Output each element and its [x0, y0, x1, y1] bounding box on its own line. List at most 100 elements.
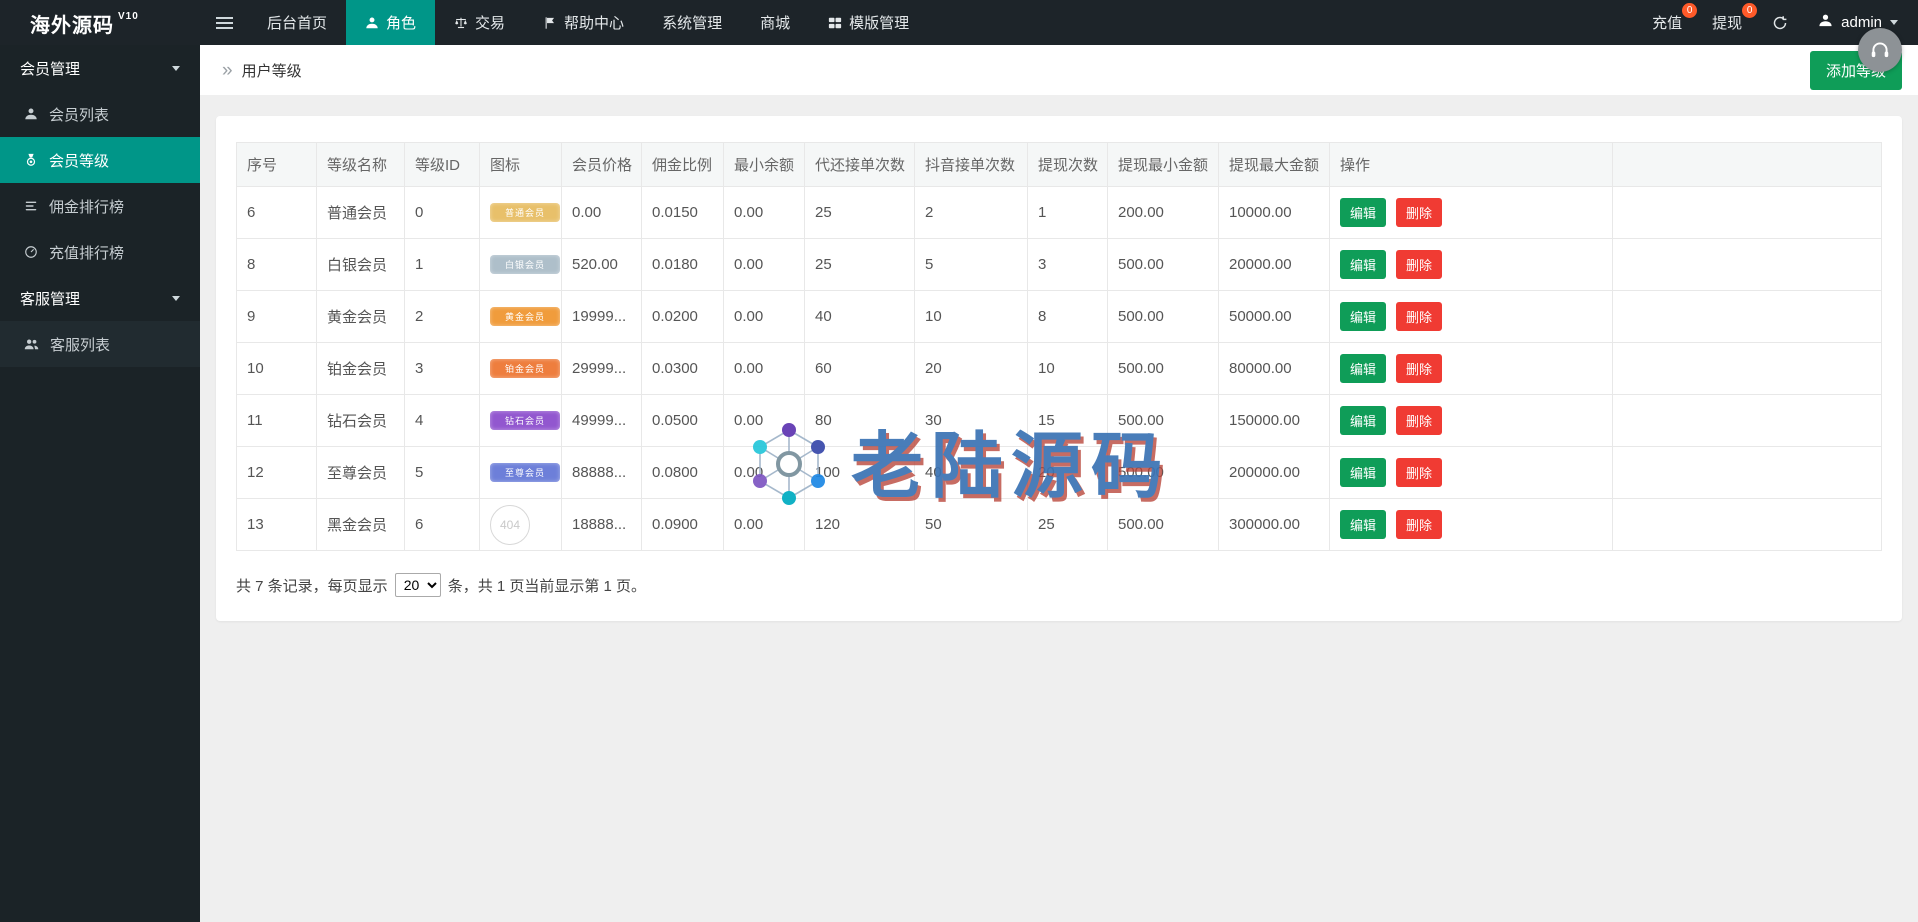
breadcrumb-icon: » [222, 61, 233, 80]
cell-filler [1613, 291, 1882, 343]
cell-filler [1613, 187, 1882, 239]
cell-daihuan: 25 [805, 187, 915, 239]
cell-filler [1613, 395, 1882, 447]
cell-wmin: 500.00 [1108, 291, 1219, 343]
cell-name: 至尊会员 [317, 447, 405, 499]
nav-item-角色[interactable]: 角色 [346, 0, 435, 45]
column-header: 代还接单次数 [805, 143, 915, 187]
delete-button[interactable]: 删除 [1396, 510, 1442, 539]
cell-badge: 钻石会员 [480, 395, 562, 447]
cell-level_id: 4 [405, 395, 480, 447]
edit-button[interactable]: 编辑 [1340, 510, 1386, 539]
nav-item-系统管理[interactable]: 系统管理 [643, 0, 741, 45]
chevron-down-icon [1890, 20, 1898, 25]
cell-op: 编辑删除 [1330, 395, 1613, 447]
level-badge-icon: 铂金会员 [490, 359, 560, 378]
nav-item-后台首页[interactable]: 后台首页 [248, 0, 346, 45]
sidebar-item-会员等级[interactable]: 会员等级 [0, 137, 200, 183]
cell-douyin: 2 [915, 187, 1028, 239]
delete-button[interactable]: 删除 [1396, 302, 1442, 331]
sidebar-group-label: 客服管理 [20, 288, 80, 309]
delete-button[interactable]: 删除 [1396, 406, 1442, 435]
recharge-button[interactable]: 充值 0 [1652, 12, 1682, 33]
column-header: 提现次数 [1028, 143, 1108, 187]
nav-item-商城[interactable]: 商城 [741, 0, 809, 45]
delete-button[interactable]: 删除 [1396, 458, 1442, 487]
edit-button[interactable]: 编辑 [1340, 458, 1386, 487]
delete-button[interactable]: 删除 [1396, 250, 1442, 279]
sidebar-item-充值排行榜[interactable]: 充值排行榜 [0, 229, 200, 275]
sidebar-item-会员列表[interactable]: 会员列表 [0, 91, 200, 137]
medal-icon [24, 153, 38, 167]
cell-price: 49999... [562, 395, 642, 447]
refresh-icon[interactable] [1772, 15, 1788, 31]
sidebar-item-label: 会员列表 [49, 104, 109, 125]
cell-badge: 普通会员 [480, 187, 562, 239]
cell-op: 编辑删除 [1330, 187, 1613, 239]
nav-item-交易[interactable]: 交易 [435, 0, 524, 45]
cell-level_id: 3 [405, 343, 480, 395]
cell-wtimes: 25 [1028, 499, 1108, 551]
cell-wmin: 500.00 [1108, 447, 1219, 499]
delete-button[interactable]: 删除 [1396, 198, 1442, 227]
column-header: 提现最小金额 [1108, 143, 1219, 187]
edit-button[interactable]: 编辑 [1340, 198, 1386, 227]
cell-wmax: 200000.00 [1219, 447, 1330, 499]
column-header: 佣金比例 [642, 143, 724, 187]
edit-button[interactable]: 编辑 [1340, 302, 1386, 331]
cell-name: 黄金会员 [317, 291, 405, 343]
per-page-select[interactable]: 20 [395, 573, 441, 597]
cell-daihuan: 80 [805, 395, 915, 447]
column-header: 等级ID [405, 143, 480, 187]
sidebar-group-客服管理[interactable]: 客服管理 [0, 275, 200, 321]
nav-item-模版管理[interactable]: 模版管理 [809, 0, 928, 45]
cell-name: 白银会员 [317, 239, 405, 291]
withdraw-button[interactable]: 提现 0 [1712, 12, 1742, 33]
cell-douyin: 50 [915, 499, 1028, 551]
main-content: » 用户等级 添加等级 序号等级名称等级ID图标会员价格佣金比例最小余额代还接单… [200, 45, 1918, 922]
cell-douyin: 10 [915, 291, 1028, 343]
column-header: 序号 [237, 143, 317, 187]
sidebar-item-label: 客服列表 [50, 334, 110, 355]
edit-button[interactable]: 编辑 [1340, 406, 1386, 435]
column-header: 会员价格 [562, 143, 642, 187]
recharge-badge: 0 [1682, 3, 1697, 18]
sidebar-item-客服列表[interactable]: 客服列表 [0, 321, 200, 367]
cell-badge: 白银会员 [480, 239, 562, 291]
nav-item-label: 模版管理 [849, 12, 909, 33]
sidebar-item-label: 佣金排行榜 [49, 196, 124, 217]
cell-wmin: 500.00 [1108, 343, 1219, 395]
cell-price: 29999... [562, 343, 642, 395]
sidebar-item-佣金排行榜[interactable]: 佣金排行榜 [0, 183, 200, 229]
cell-wmin: 500.00 [1108, 239, 1219, 291]
cell-douyin: 40 [915, 447, 1028, 499]
cell-name: 黑金会员 [317, 499, 405, 551]
nav-item-label: 后台首页 [267, 12, 327, 33]
cell-filler [1613, 499, 1882, 551]
cell-no: 9 [237, 291, 317, 343]
levels-table: 序号等级名称等级ID图标会员价格佣金比例最小余额代还接单次数抖音接单次数提现次数… [236, 142, 1882, 551]
menu-toggle-icon[interactable] [200, 0, 248, 45]
cell-price: 0.00 [562, 187, 642, 239]
cell-price: 19999... [562, 291, 642, 343]
cell-min_balance: 0.00 [724, 291, 805, 343]
breadcrumb: 用户等级 [242, 60, 302, 81]
cell-no: 12 [237, 447, 317, 499]
cell-name: 钻石会员 [317, 395, 405, 447]
user-icon [1818, 13, 1833, 32]
cell-op: 编辑删除 [1330, 343, 1613, 395]
customer-service-icon[interactable] [1858, 28, 1902, 72]
nav-item-帮助中心[interactable]: 帮助中心 [524, 0, 643, 45]
flag-icon [543, 16, 557, 30]
edit-button[interactable]: 编辑 [1340, 250, 1386, 279]
edit-button[interactable]: 编辑 [1340, 354, 1386, 383]
delete-button[interactable]: 删除 [1396, 354, 1442, 383]
level-badge-icon: 黄金会员 [490, 307, 560, 326]
gauge-icon [24, 245, 38, 259]
cell-wtimes: 3 [1028, 239, 1108, 291]
sidebar-group-会员管理[interactable]: 会员管理 [0, 45, 200, 91]
cell-op: 编辑删除 [1330, 447, 1613, 499]
chevron-down-icon [172, 296, 180, 301]
cell-badge: 黄金会员 [480, 291, 562, 343]
table-row: 10铂金会员3铂金会员29999...0.03000.00602010500.0… [237, 343, 1882, 395]
